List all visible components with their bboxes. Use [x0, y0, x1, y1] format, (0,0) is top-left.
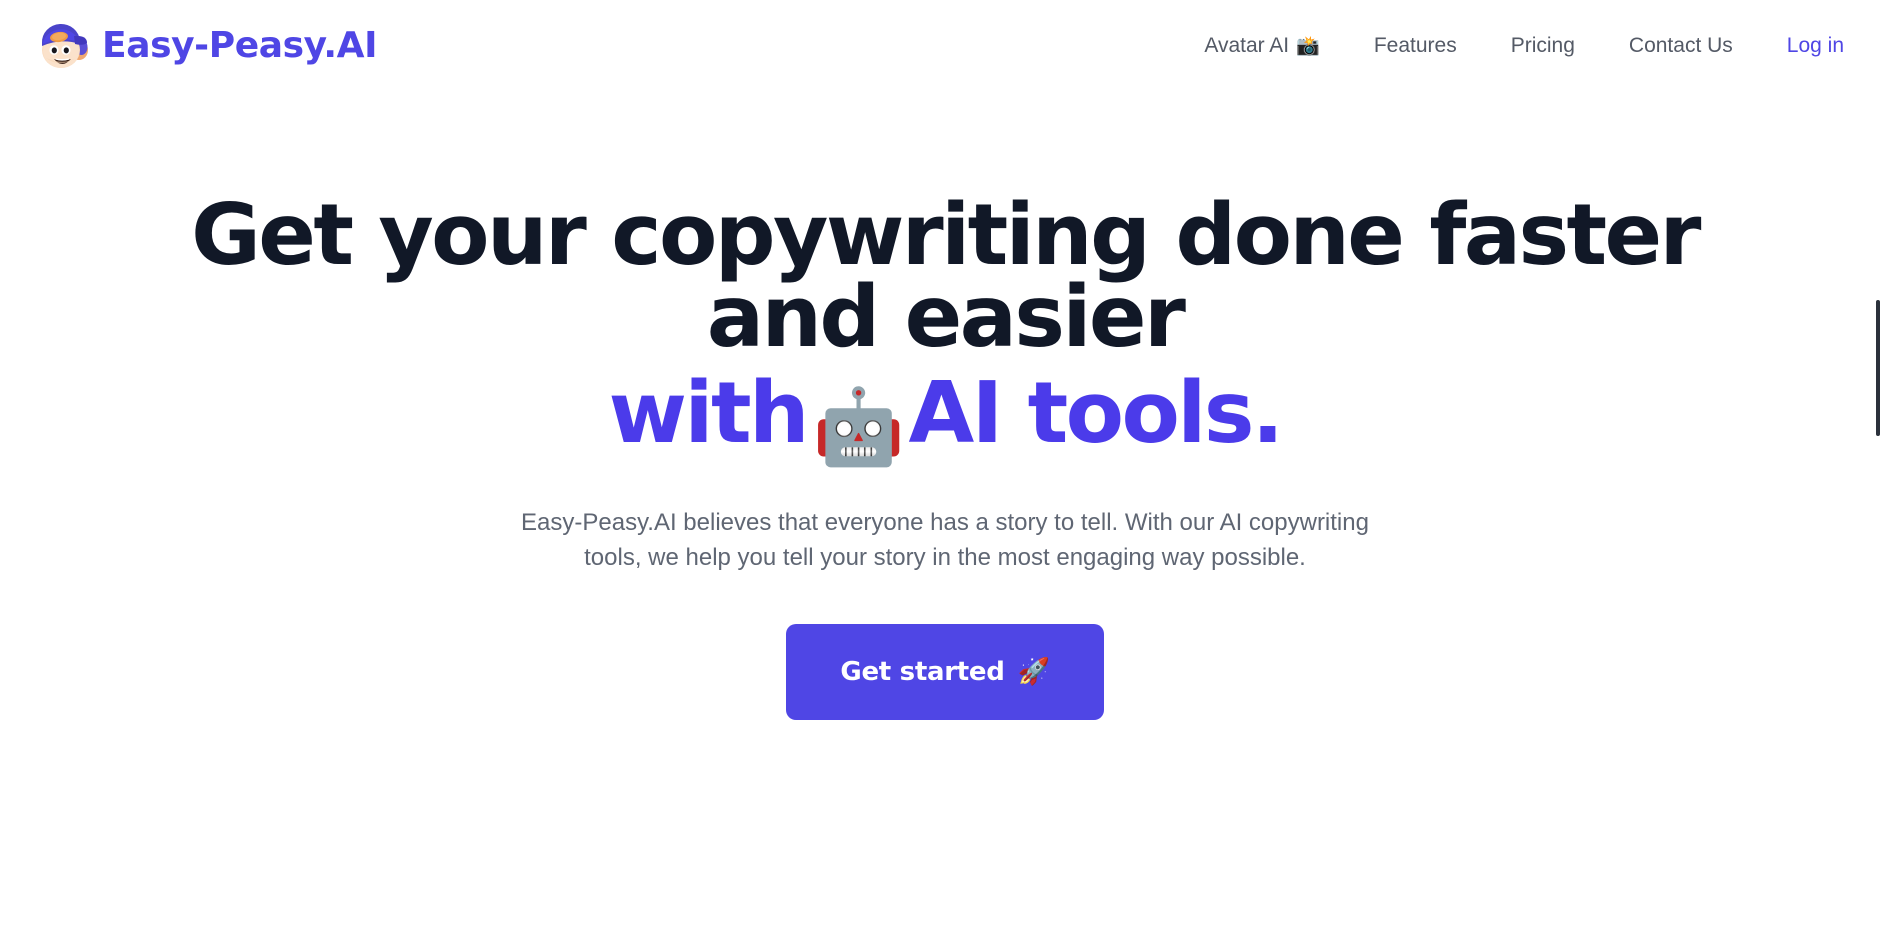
hero-title-line1: Get your copywriting done faster and eas… [191, 186, 1701, 368]
nav-item-features[interactable]: Features [1347, 25, 1484, 66]
nav-item-label: Features [1373, 34, 1457, 58]
hero-cta-wrap: Get started 🚀 [0, 623, 1890, 720]
nav-item-contact-us[interactable]: Contact Us [1602, 25, 1760, 66]
nav-item-label: Pricing [1510, 34, 1575, 58]
nav-item-pricing[interactable]: Pricing [1484, 25, 1602, 66]
robot-face-icon: 🤖 [812, 383, 905, 470]
hero-section: Get your copywriting done faster and eas… [0, 92, 1890, 720]
get-started-button-label: Get started [840, 656, 1005, 687]
main-nav: Avatar AI 📸 Features Pricing Contact Us … [1177, 25, 1844, 66]
hero-title-line2-suffix: AI tools. [908, 363, 1284, 463]
rocket-icon: 🚀 [1017, 656, 1050, 687]
nav-item-label: Log in [1786, 34, 1844, 58]
page-scrollbar-thumb[interactable] [1876, 300, 1880, 436]
hero-subtitle: Easy-Peasy.AI believes that everyone has… [521, 508, 1369, 572]
brand-name: Easy-Peasy.AI [102, 25, 378, 66]
page-root: Easy-Peasy.AI Avatar AI 📸 Features Prici… [0, 0, 1890, 944]
camera-with-flash-icon: 📸 [1296, 34, 1320, 57]
nav-item-label: Contact Us [1628, 34, 1733, 58]
nav-item-label: Avatar AI [1204, 34, 1290, 58]
easy-peasy-face-logo-icon [34, 17, 92, 75]
brand-logo-link[interactable]: Easy-Peasy.AI [34, 17, 378, 75]
nav-item-avatar-ai[interactable]: Avatar AI 📸 [1177, 25, 1347, 66]
hero-title-line2-prefix: with [608, 363, 810, 463]
page-scrollbar-track[interactable] [1874, 0, 1880, 944]
hero-title-line2: with🤖AI tools. [145, 366, 1745, 464]
get-started-button[interactable]: Get started 🚀 [786, 623, 1104, 720]
nav-item-log-in[interactable]: Log in [1760, 25, 1844, 66]
hero-title: Get your copywriting done faster and eas… [145, 193, 1745, 464]
site-header: Easy-Peasy.AI Avatar AI 📸 Features Prici… [0, 0, 1890, 92]
